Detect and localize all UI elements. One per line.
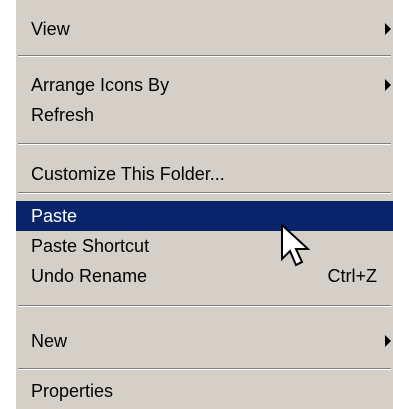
context-menu: View Arrange Icons By Refresh Customize … (16, 0, 393, 409)
menu-separator (18, 55, 391, 57)
menu-item-paste-label: Paste (31, 206, 78, 226)
separator-highlight-line (18, 369, 391, 370)
menu-item-refresh[interactable]: Refresh (16, 100, 393, 130)
menu-item-new[interactable]: New (16, 326, 393, 356)
menu-item-arrange-icons-by[interactable]: Arrange Icons By (16, 70, 393, 100)
submenu-arrow-icon (385, 335, 391, 347)
menu-item-view-label: View (31, 19, 70, 39)
menu-separator (18, 305, 391, 307)
menu-item-paste-shortcut[interactable]: Paste Shortcut (16, 231, 393, 261)
menu-item-undo-rename-shortcut: Ctrl+Z (327, 266, 378, 286)
separator-highlight-line (18, 144, 391, 145)
menu-separator (18, 368, 391, 370)
separator-highlight-line (18, 306, 391, 307)
menu-item-properties[interactable]: Properties (16, 376, 393, 406)
menu-item-view[interactable]: View (16, 14, 393, 44)
submenu-arrow-icon (385, 23, 391, 35)
menu-item-undo-rename-label: Undo Rename (31, 266, 148, 286)
separator-highlight-line (18, 56, 391, 57)
menu-item-properties-label: Properties (31, 381, 114, 401)
context-menu-screenshot: View Arrange Icons By Refresh Customize … (0, 0, 393, 409)
menu-item-paste-shortcut-label: Paste Shortcut (31, 236, 150, 256)
menu-separator (18, 192, 391, 194)
menu-item-customize-this-folder[interactable]: Customize This Folder... (16, 159, 393, 189)
menu-item-arrange-icons-by-label: Arrange Icons By (31, 75, 170, 95)
menu-item-customize-this-folder-label: Customize This Folder... (31, 164, 225, 184)
menu-item-undo-rename[interactable]: Undo Rename Ctrl+Z (16, 261, 393, 291)
submenu-arrow-icon (385, 79, 391, 91)
menu-separator (18, 143, 391, 145)
menu-item-refresh-label: Refresh (31, 105, 95, 125)
separator-highlight-line (18, 193, 391, 194)
menu-item-new-label: New (31, 331, 68, 351)
menu-item-paste[interactable]: Paste (16, 201, 393, 231)
